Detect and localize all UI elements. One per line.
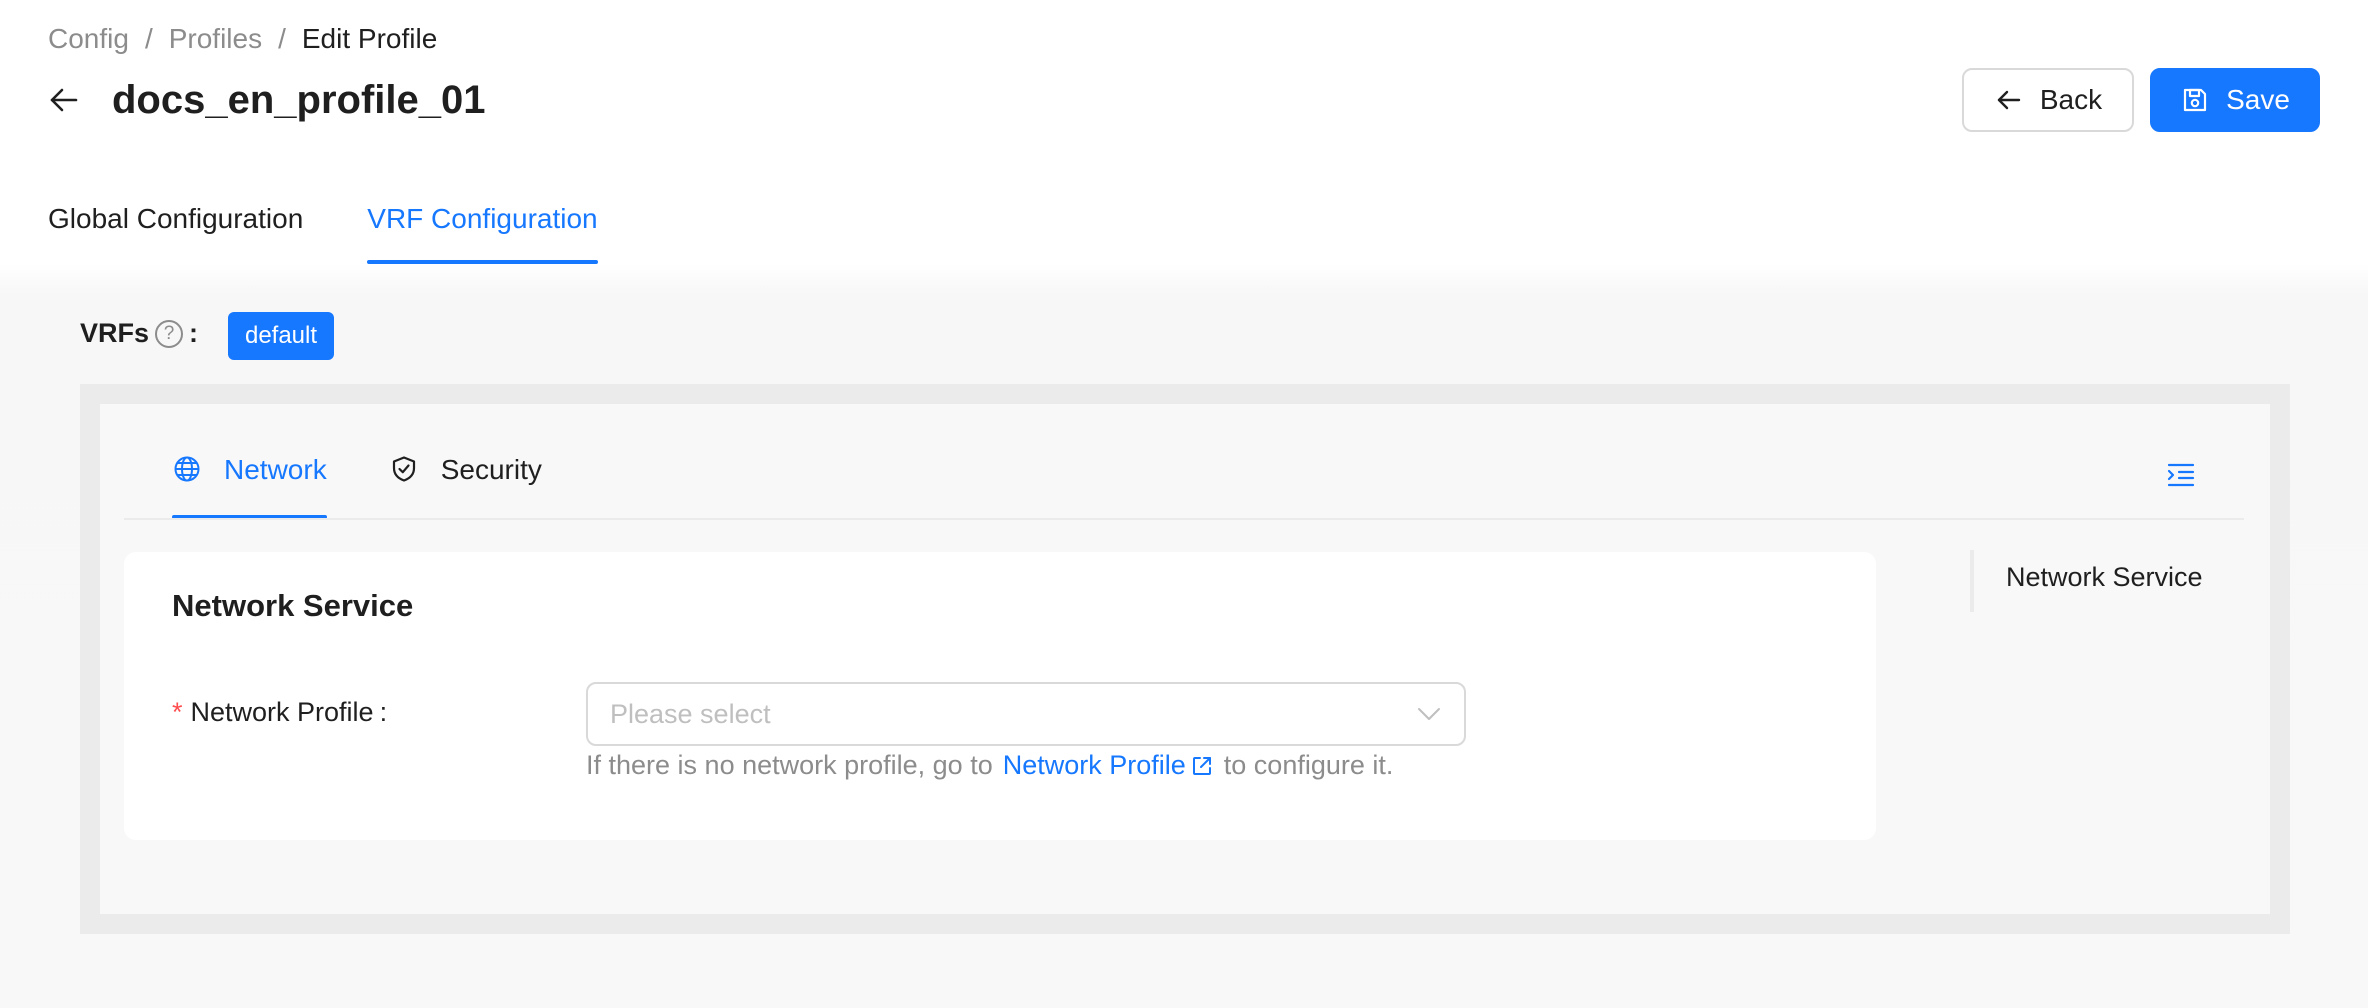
network-profile-hint: If there is no network profile, go to Ne…	[586, 750, 1393, 781]
hint-suffix: to configure it.	[1223, 750, 1394, 780]
back-button-label: Back	[2039, 84, 2103, 115]
sub-tabs: Network Security	[172, 440, 604, 519]
vrfs-label: VRFs ? :	[80, 318, 198, 349]
save-button-label: Save	[2226, 84, 2290, 115]
chevron-down-icon	[1416, 701, 1442, 727]
tab-global-configuration[interactable]: Global Configuration	[48, 190, 303, 264]
network-profile-label-text: Network Profile	[190, 697, 374, 727]
back-button[interactable]: Back	[1962, 68, 2134, 132]
tab-vrf-configuration[interactable]: VRF Configuration	[367, 190, 598, 264]
breadcrumb-edit-profile: Edit Profile	[301, 23, 438, 54]
tab-security[interactable]: Security	[389, 440, 542, 518]
breadcrumb-separator: /	[144, 23, 153, 54]
save-button[interactable]: Save	[2150, 68, 2320, 132]
tab-network[interactable]: Network	[172, 440, 327, 519]
tab-security-label: Security	[440, 454, 542, 485]
section-title: Network Service	[172, 588, 414, 623]
vrfs-label-text: VRFs	[80, 318, 150, 348]
page-title: docs_en_profile_01	[112, 78, 486, 122]
vrfs-label-colon: :	[189, 318, 199, 348]
vrf-tag-default[interactable]: default	[228, 312, 334, 360]
network-profile-label: * Network Profile :	[172, 697, 387, 728]
arrow-left-icon	[1994, 85, 2024, 115]
breadcrumb-profiles[interactable]: Profiles	[169, 20, 262, 58]
anchor-network-service[interactable]: Network Service	[2006, 562, 2203, 593]
breadcrumb-config[interactable]: Config	[48, 20, 129, 58]
back-arrow-icon[interactable]	[44, 80, 84, 120]
main-tabs: Global Configuration VRF Configuration	[48, 190, 662, 264]
network-profile-label-colon: :	[379, 697, 388, 727]
breadcrumb: Config / Profiles / Edit Profile	[48, 20, 437, 58]
external-link-icon	[1190, 754, 1214, 778]
shield-check-icon	[389, 454, 419, 484]
required-mark: *	[172, 697, 183, 727]
network-profile-select[interactable]: Please select	[586, 682, 1466, 746]
network-profile-link[interactable]: Network Profile	[1003, 750, 1214, 781]
save-icon	[2180, 85, 2210, 115]
network-profile-link-label: Network Profile	[1002, 750, 1186, 780]
breadcrumb-separator: /	[278, 23, 286, 54]
menu-indent-icon[interactable]	[2164, 458, 2198, 492]
hint-prefix: If there is no network profile, go to	[586, 750, 993, 780]
anchor-rail	[1970, 550, 1974, 612]
network-profile-placeholder: Please select	[610, 698, 771, 729]
tab-network-label: Network	[224, 454, 327, 485]
help-icon[interactable]: ?	[155, 319, 184, 348]
globe-icon	[172, 454, 202, 484]
sub-tabs-divider	[124, 518, 2244, 520]
